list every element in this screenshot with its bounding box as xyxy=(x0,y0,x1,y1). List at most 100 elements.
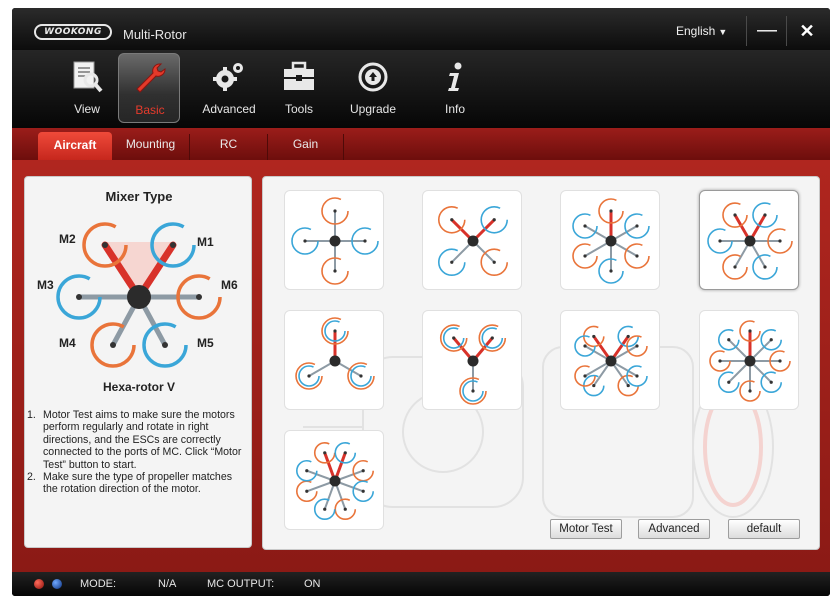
toolbar-label: Info xyxy=(444,102,465,116)
mixer-option-hexa-iy[interactable] xyxy=(422,310,522,410)
view-icon xyxy=(73,61,103,93)
mixer-option-octo-v[interactable] xyxy=(284,430,384,530)
motor-hub xyxy=(450,260,454,264)
language-value: English xyxy=(676,24,716,38)
instruction-text: Make sure the type of propeller matches … xyxy=(43,471,233,496)
mixer-type-title: Mixer Type xyxy=(105,189,173,204)
default-button[interactable]: default xyxy=(728,519,800,539)
frame-center xyxy=(329,355,341,367)
motor-hub xyxy=(492,260,496,264)
motor-hub xyxy=(303,239,307,243)
motor-hub xyxy=(763,265,767,269)
instruction-number: 1. xyxy=(27,409,36,421)
toolbar-view-button[interactable]: View xyxy=(56,50,118,124)
frame-center xyxy=(744,355,756,367)
mixer-option-octo-x[interactable] xyxy=(560,310,660,410)
close-button[interactable]: ✕ xyxy=(794,18,820,44)
motor-hub xyxy=(583,254,587,258)
tab-rc[interactable]: RC xyxy=(190,134,268,160)
tab-gain[interactable]: Gain xyxy=(268,134,344,160)
motor-hub xyxy=(323,451,327,455)
instruction-text: Motor Test aims to make sure the motors … xyxy=(43,409,242,471)
frame-center xyxy=(467,355,479,367)
mixer-thumbnail-icon xyxy=(295,317,375,390)
app-window: WOOKONG Multi-Rotor English ▼ — ✕ View B… xyxy=(12,8,830,596)
mixer-thumbnail-icon xyxy=(572,198,650,284)
minimize-button[interactable]: — xyxy=(754,18,780,44)
mixer-option-octo-i[interactable] xyxy=(699,310,799,410)
motor-hub xyxy=(609,269,613,273)
toolbar-advanced-button[interactable]: Advanced xyxy=(198,50,260,124)
divider xyxy=(786,16,787,46)
status-bar: MODE: N/A MC OUTPUT: ON xyxy=(12,572,830,596)
toolbar-basic-button[interactable]: Basic xyxy=(118,53,180,123)
motor-hub xyxy=(490,336,494,340)
motor-hub xyxy=(769,338,773,342)
toolbar-label: View xyxy=(74,102,100,116)
advanced-button[interactable]: Advanced xyxy=(638,519,710,539)
motor-label-m2: M2 xyxy=(59,232,76,246)
language-selector[interactable]: English ▼ xyxy=(676,24,727,38)
frame-center xyxy=(744,235,756,247)
app-title: Multi-Rotor xyxy=(123,27,187,42)
mixer-option-hexa-i[interactable] xyxy=(560,190,660,290)
motor-hub xyxy=(307,374,311,378)
motor-hub xyxy=(635,374,639,378)
mixer-option-quad-plus[interactable] xyxy=(284,190,384,290)
motor-hub xyxy=(323,507,327,511)
gears-icon xyxy=(213,63,243,91)
mixer-thumbnail-icon xyxy=(707,202,793,280)
motor-hub xyxy=(343,451,347,455)
divider xyxy=(746,16,747,46)
motor-hub xyxy=(635,344,639,348)
tab-mounting[interactable]: Mounting xyxy=(112,134,190,160)
motor-label-m1: M1 xyxy=(197,235,214,249)
motor-label-m3: M3 xyxy=(37,278,54,292)
instruction-item: 1. Motor Test aims to make sure the moto… xyxy=(27,409,249,471)
toolbar-upgrade-button[interactable]: Upgrade xyxy=(342,50,404,124)
toolbar-info-button[interactable]: Info xyxy=(424,50,486,124)
motor-hub xyxy=(343,507,347,511)
motor-hub xyxy=(333,209,337,213)
upgrade-icon xyxy=(358,62,388,92)
motor-hub xyxy=(452,336,456,340)
motor-hub xyxy=(733,213,737,217)
instruction-item: 2. Make sure the type of propeller match… xyxy=(27,471,249,496)
motor-hub xyxy=(450,218,454,222)
mixer-option-hexa-v[interactable] xyxy=(699,190,799,290)
motor-hub xyxy=(305,469,309,473)
motor-hub xyxy=(592,334,596,339)
mixer-thumbnail-icon xyxy=(574,325,648,397)
motor-hub xyxy=(718,239,722,243)
motor-hub xyxy=(583,224,587,228)
tab-aircraft[interactable]: Aircraft xyxy=(38,132,112,160)
motor-hub xyxy=(305,489,309,493)
frame-center xyxy=(605,235,617,247)
mixer-thumbnail-icon xyxy=(709,320,791,402)
motor-hub xyxy=(471,389,475,393)
motor-hub xyxy=(748,329,752,333)
mixer-thumbnail-icon xyxy=(296,442,374,520)
motor-hub xyxy=(733,265,737,269)
motor-hub xyxy=(778,359,782,363)
instructions: 1. Motor Test aims to make sure the moto… xyxy=(27,409,249,496)
mixer-thumbnail-icon xyxy=(439,324,507,405)
frame-center xyxy=(329,235,341,247)
motor-hub xyxy=(626,334,630,339)
mixer-option-quad-x[interactable] xyxy=(422,190,522,290)
instruction-number: 2. xyxy=(27,471,36,484)
motor-label-m5: M5 xyxy=(197,336,214,350)
info-icon xyxy=(448,62,462,91)
tab-bar: Aircraft Mounting RC Gain xyxy=(12,128,830,160)
toolbar-tools-button[interactable]: Tools xyxy=(268,50,330,124)
mixer-option-hexa-y[interactable] xyxy=(284,310,384,410)
frame-center xyxy=(467,235,479,247)
motor-test-button[interactable]: Motor Test xyxy=(550,519,622,539)
motor-hub xyxy=(769,380,773,384)
frame-center xyxy=(605,355,617,367)
mode-label: MODE: xyxy=(80,578,117,590)
motor-hub xyxy=(333,269,337,273)
motor-hub xyxy=(763,213,767,217)
motor-label-m6: M6 xyxy=(221,278,238,292)
motor-hub xyxy=(361,489,365,493)
